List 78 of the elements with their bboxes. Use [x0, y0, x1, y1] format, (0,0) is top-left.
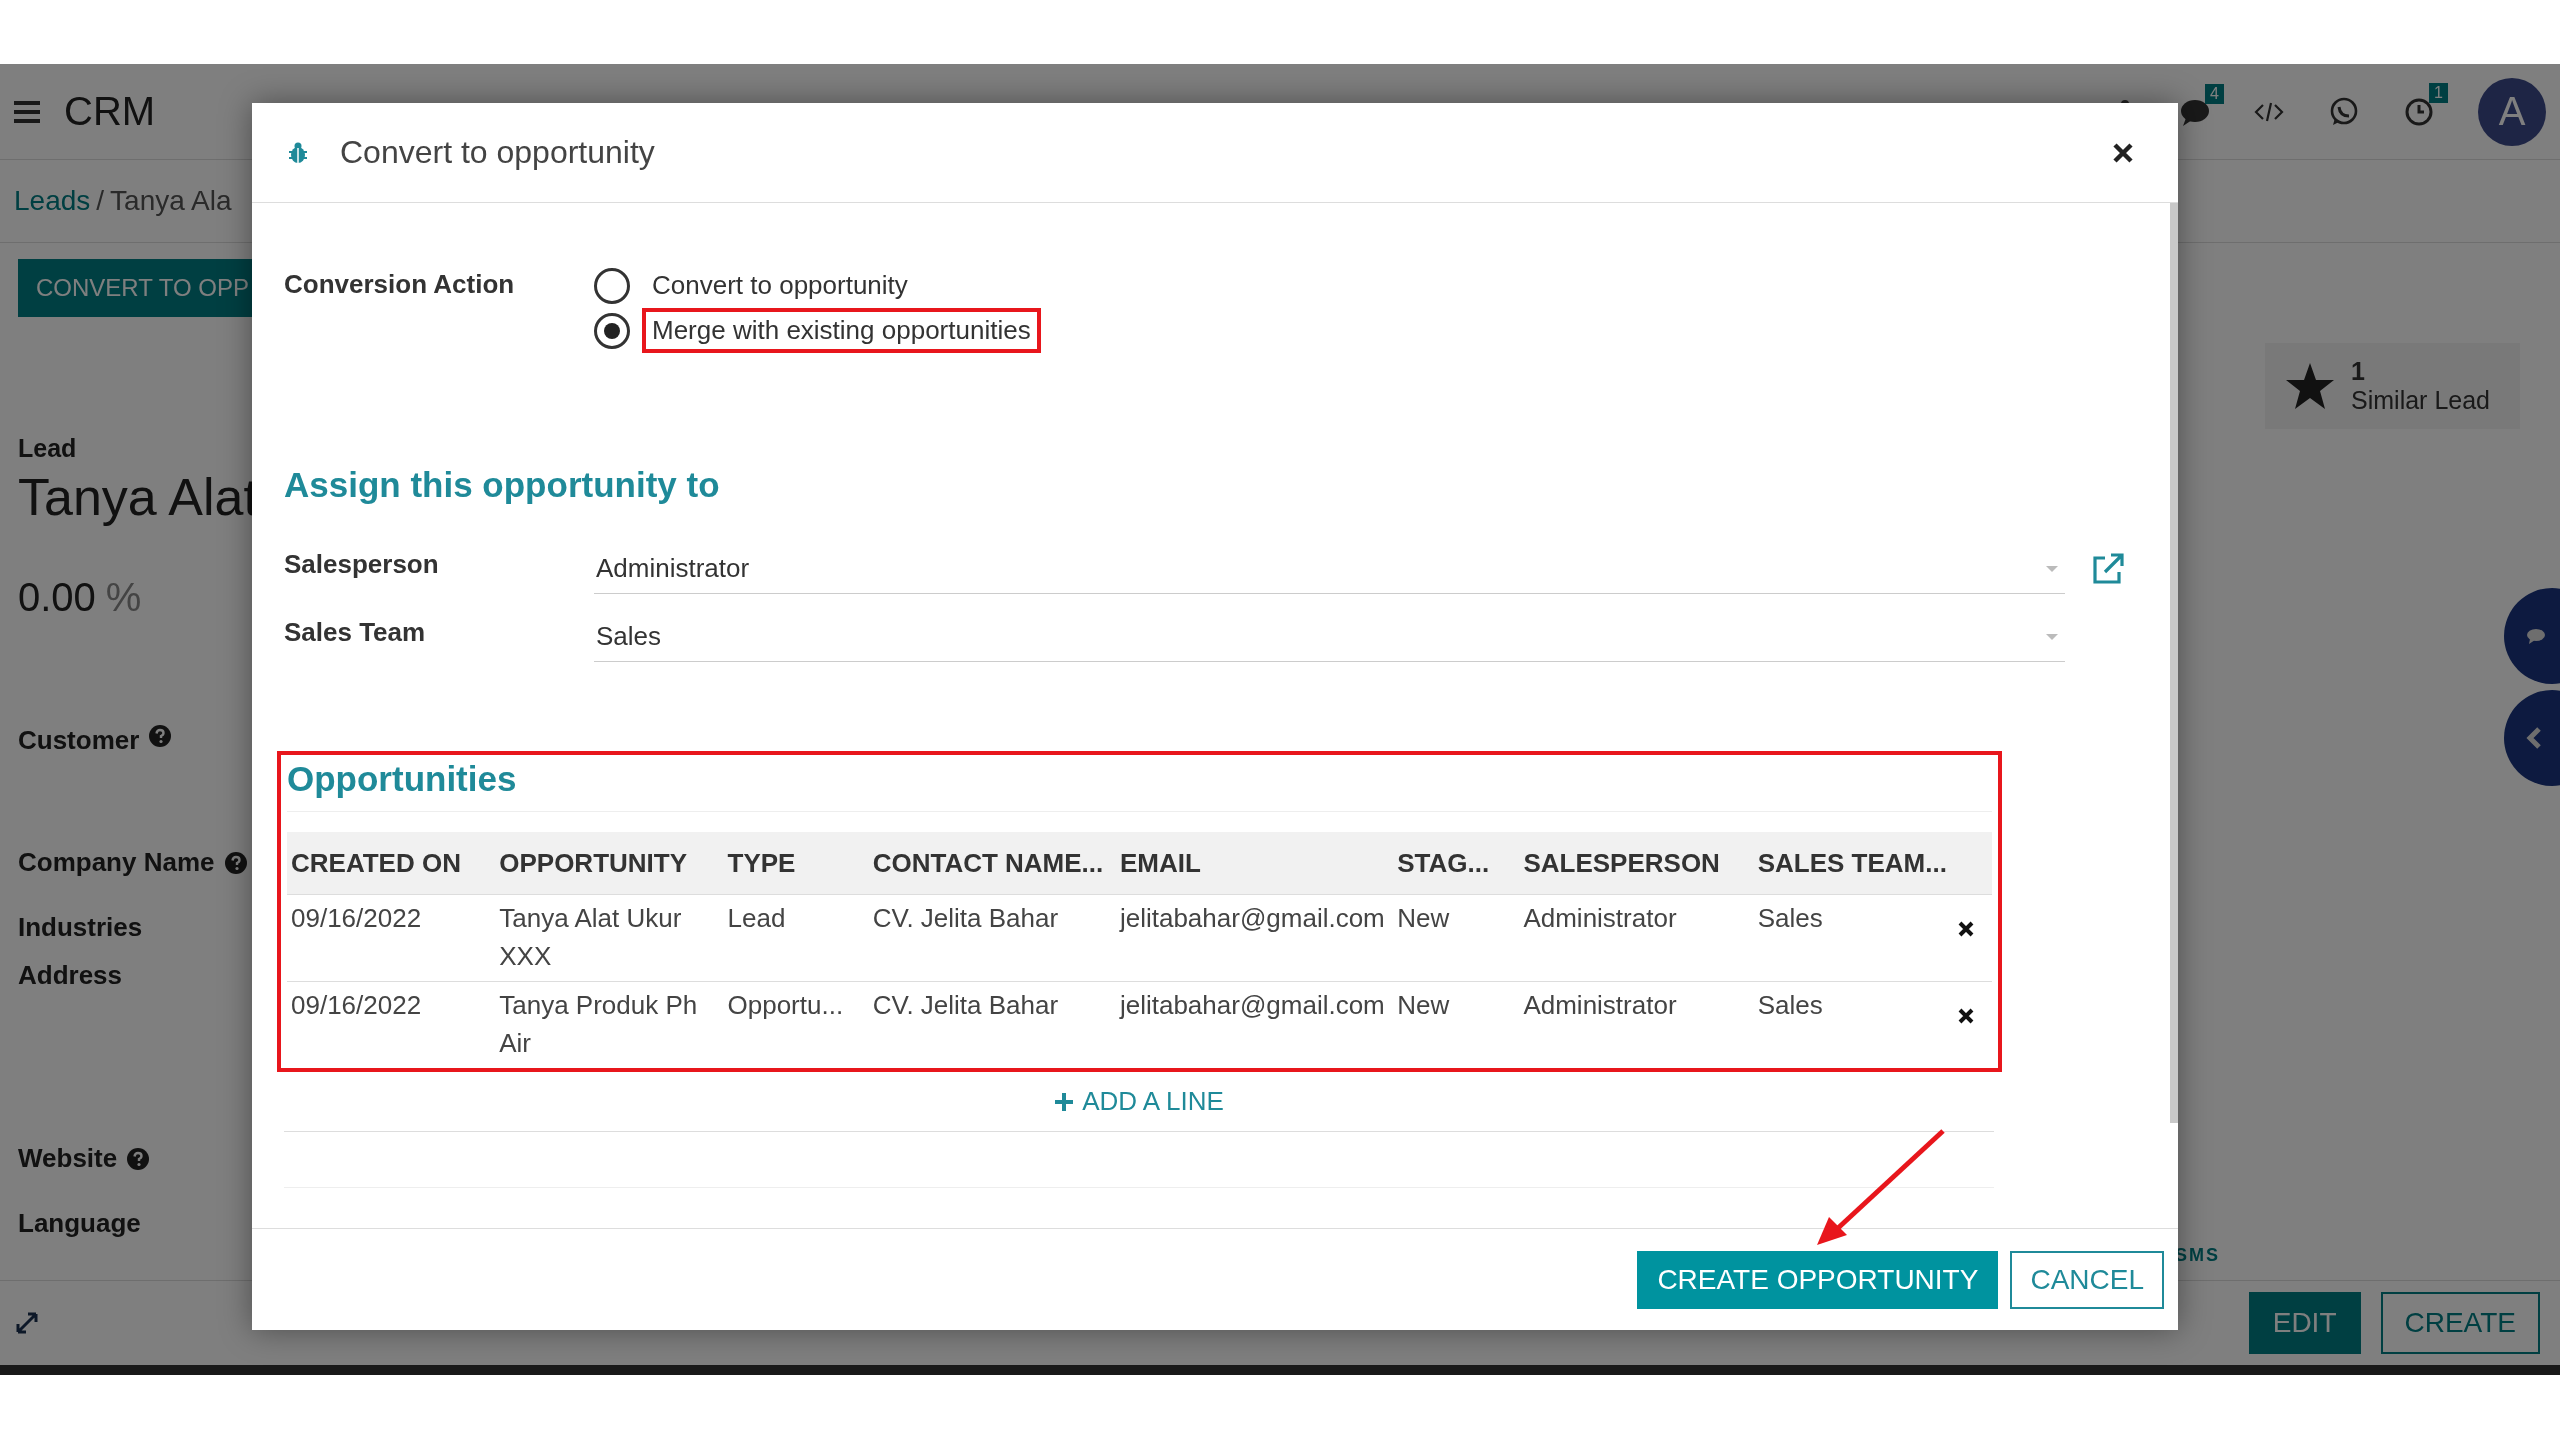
table-cell: CV. Jelita Bahar [868, 981, 1116, 1068]
table-cell: Lead [723, 894, 869, 982]
create-opportunity-button[interactable]: CREATE OPPORTUNITY [1637, 1250, 1999, 1309]
clock-icon [2404, 96, 2434, 127]
radio-button[interactable] [594, 312, 630, 349]
column-header[interactable]: TYPE [723, 832, 869, 895]
field-label: Salesperson [284, 548, 440, 580]
column-header[interactable]: OPPORTUNITY [495, 832, 724, 895]
user-avatar[interactable]: A [2478, 77, 2546, 146]
percent-sign: % [105, 575, 142, 619]
table-cell: jelitabahar@gmail.com [1115, 894, 1394, 982]
caret-icon [2045, 632, 2059, 641]
stat-label: Similar Lead [2351, 386, 2490, 415]
dialog-title: Convert to opportunity [340, 134, 655, 171]
column-header[interactable]: CREATED ON [287, 832, 496, 895]
radio-label[interactable]: Convert to opportunity [642, 263, 918, 308]
add-line-link[interactable]: ADD A LINE [1054, 1086, 1224, 1117]
table-cell: New [1393, 894, 1520, 982]
record-title: Tanya Alat [18, 467, 258, 527]
expand-icon [16, 1312, 38, 1334]
radio-label[interactable]: Merge with existing opportunities [642, 308, 1041, 353]
scrollbar[interactable] [2170, 203, 2178, 1123]
table-cell: Sales [1753, 981, 1954, 1068]
chat-icon [2526, 628, 2546, 644]
chat-icon [2180, 97, 2210, 126]
table-cell: Opportu... [723, 981, 869, 1068]
radio-button[interactable] [594, 267, 630, 304]
column-header[interactable]: SALES TEAM... [1753, 832, 1954, 895]
field-label: Industries [18, 912, 143, 943]
column-header[interactable]: STAG... [1393, 832, 1520, 895]
whatsapp-icon [2328, 95, 2360, 128]
field-label: Website [18, 1143, 118, 1174]
horizontal-scrollbar[interactable] [0, 1365, 2560, 1375]
delete-icon[interactable] [1957, 1008, 1974, 1024]
star-icon [2285, 362, 2336, 410]
table-cell: Administrator [1519, 981, 1754, 1068]
code-icon [2254, 101, 2284, 122]
table-cell: Tanya Alat Ukur XXX [495, 894, 724, 982]
cancel-button[interactable]: CANCEL [2010, 1250, 2164, 1309]
count-badge: 4 [2205, 83, 2224, 104]
header-cell [1953, 832, 1992, 895]
caret-icon [2045, 564, 2059, 573]
similar-lead-button[interactable]: 1 Similar Lead [2265, 343, 2520, 429]
app-name: CRM [64, 89, 156, 134]
select-field[interactable]: Administrator [594, 544, 2065, 594]
table-cell: New [1393, 981, 1520, 1068]
select-field[interactable]: Sales [594, 612, 2065, 662]
field-label: Company Name [18, 847, 215, 878]
table-cell: CV. Jelita Bahar [868, 894, 1116, 982]
breadcrumb-current: Tanya Ala [110, 185, 232, 217]
probability-value: 0.00 [18, 575, 96, 619]
table-cell: Sales [1753, 894, 1954, 982]
count-badge: 1 [2429, 82, 2448, 103]
table-cell: Tanya Produk Ph Air [495, 981, 724, 1068]
field-label: Sales Team [284, 616, 427, 648]
field-label: Language [18, 1208, 141, 1239]
plus-icon [1054, 1091, 1075, 1112]
chevron-left-icon [2526, 727, 2542, 749]
close-icon[interactable] [2112, 141, 2134, 164]
field-label: Address [18, 960, 123, 991]
delete-icon[interactable] [1957, 921, 1974, 937]
section-heading: Assign this opportunity to [284, 465, 721, 505]
table-cell: 09/16/2022 [287, 894, 496, 982]
table-cell: Administrator [1519, 894, 1754, 982]
table-cell: 09/16/2022 [287, 981, 496, 1068]
breadcrumb-separator: / [96, 185, 105, 217]
external-link-icon[interactable] [2091, 552, 2125, 586]
section-heading: Opportunities [287, 759, 1992, 812]
stat-count: 1 [2351, 357, 2365, 386]
record-type-label: Lead [18, 434, 77, 463]
bug-icon [288, 141, 308, 164]
column-header[interactable]: SALESPERSON [1519, 832, 1754, 895]
column-header[interactable]: EMAIL [1115, 832, 1394, 895]
field-label: Customer [18, 725, 140, 756]
table-cell: jelitabahar@gmail.com [1115, 981, 1394, 1068]
column-header[interactable]: CONTACT NAME... [868, 832, 1116, 895]
menu-icon[interactable] [14, 100, 40, 123]
field-label: Conversion Action [284, 268, 516, 301]
